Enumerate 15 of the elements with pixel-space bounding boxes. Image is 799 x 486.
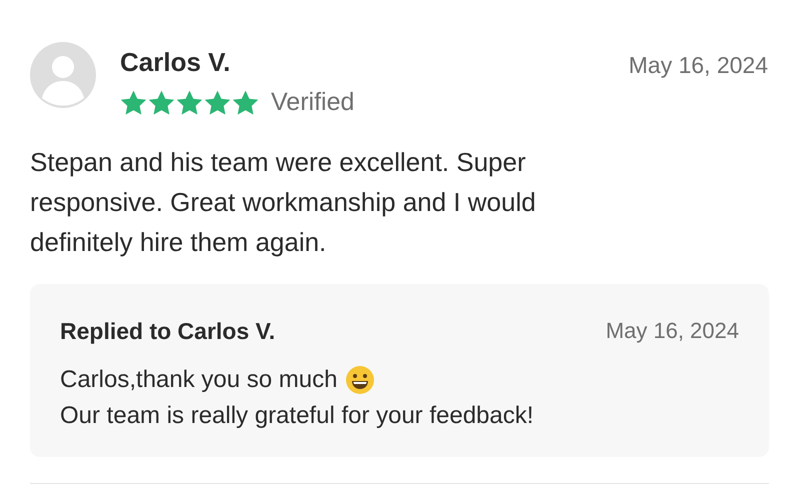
avatar-icon (30, 42, 96, 108)
reply-text: Carlos,thank you so much (60, 365, 338, 395)
star-icon (148, 90, 175, 116)
reply-title: Replied to Carlos V. (60, 316, 276, 346)
star-icon (120, 90, 147, 116)
star-icon (204, 90, 231, 116)
review-date: May 16, 2024 (628, 51, 768, 80)
smiley-icon (345, 365, 376, 395)
reviewer-name: Carlos V. (120, 46, 232, 78)
star-icon (176, 90, 203, 116)
reply-date: May 16, 2024 (606, 317, 739, 346)
verified-label: Verified (271, 87, 354, 118)
review-text: Stepan and his team were excellent. Super responsive. Great workmanship and I would definitely hire them again. (30, 146, 537, 258)
reply-text: Our team is really grateful for your feedback! (60, 401, 534, 431)
star-icon (232, 90, 259, 116)
